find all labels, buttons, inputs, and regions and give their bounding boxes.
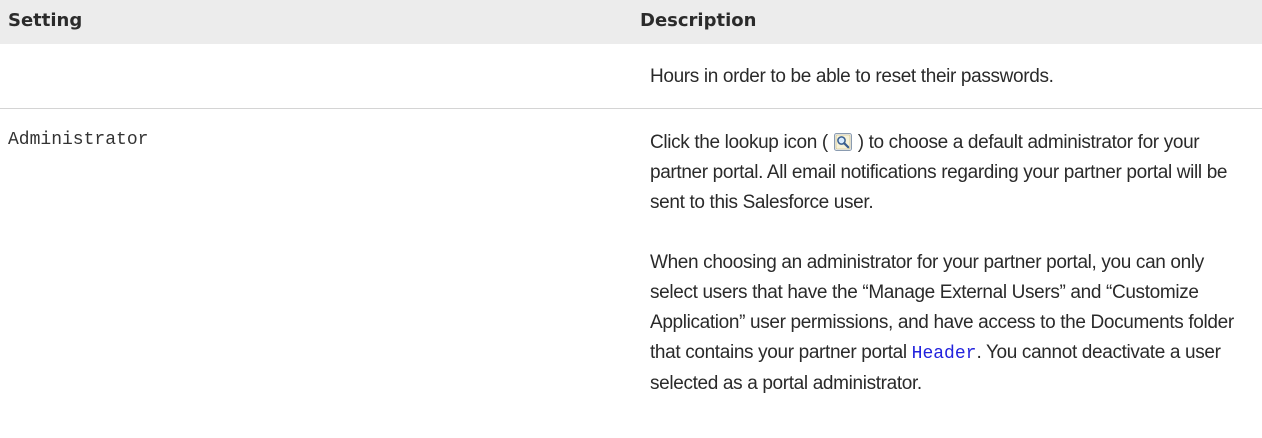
header-field-link[interactable]: Header [912, 344, 977, 364]
lookup-icon [833, 131, 852, 151]
table-header-row: Setting Description [0, 0, 1262, 44]
description-column-header: Description [640, 10, 757, 31]
row-divider [0, 108, 1262, 109]
row2-description-para2: When choosing an administrator for your … [650, 248, 1250, 399]
para1-text-before-icon: Click the lookup icon ( [650, 132, 828, 153]
row2-description-para1: Click the lookup icon ( ) to choose a de… [650, 128, 1250, 218]
setting-column-header: Setting [8, 10, 83, 31]
row1-description: Hours in order to be able to reset their… [650, 66, 1054, 87]
setting-administrator: Administrator [8, 130, 149, 150]
